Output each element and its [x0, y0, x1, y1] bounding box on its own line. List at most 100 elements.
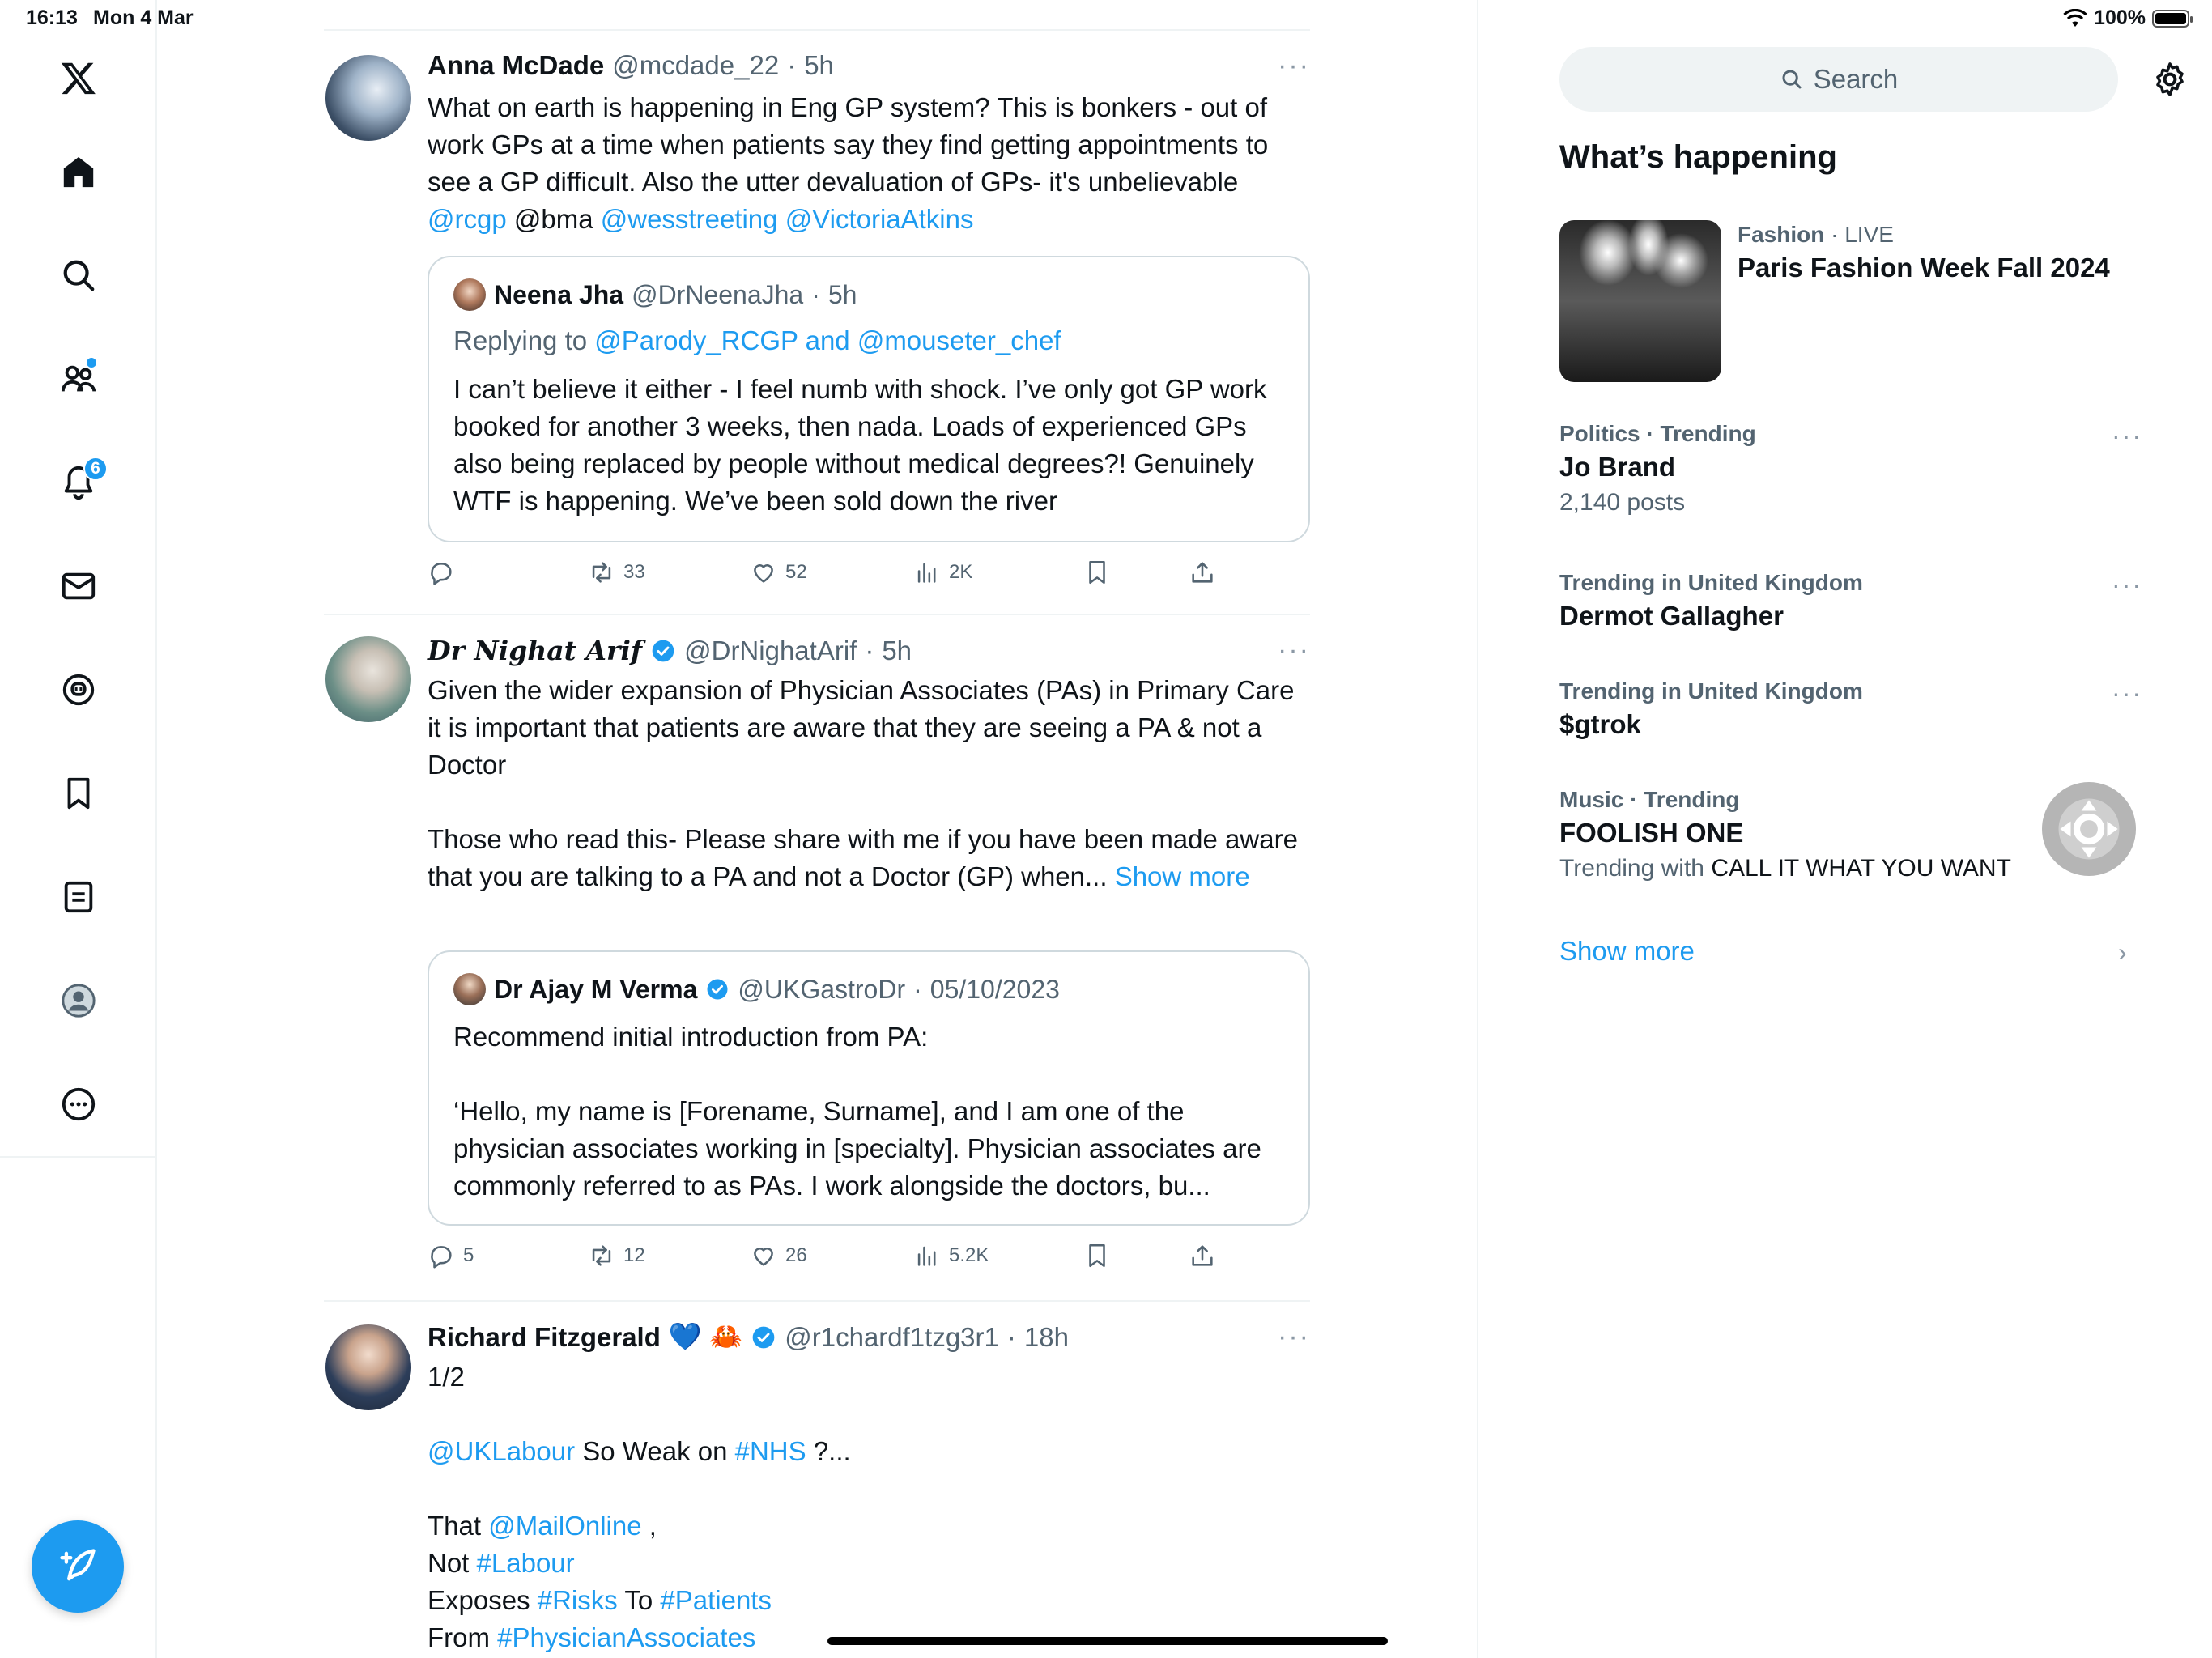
bookmark-button[interactable]: [1083, 1242, 1111, 1269]
tweet-line: Exposes #Risks To #Patients: [428, 1582, 1310, 1619]
tweet-paragraph: Given the wider expansion of Physician A…: [428, 675, 1295, 780]
trend-more-icon[interactable]: ···: [2112, 421, 2142, 451]
tweet-time[interactable]: 18h: [1024, 1322, 1069, 1353]
mention-link[interactable]: @UKLabour: [428, 1436, 575, 1466]
notifications-badge: 6: [83, 457, 108, 481]
search-input[interactable]: Search: [1559, 47, 2118, 112]
author-handle[interactable]: @mcdade_22: [612, 50, 779, 81]
replying-to-handles[interactable]: @Parody_RCGP and @mouseter_chef: [594, 325, 1061, 355]
quoted-tweet[interactable]: Neena Jha @DrNeenaJha · 5h Replying to @…: [428, 256, 1310, 542]
repost-count: 33: [623, 561, 645, 583]
grok-icon[interactable]: [46, 657, 111, 722]
bookmarks-icon[interactable]: [46, 761, 111, 826]
quoted-tweet[interactable]: Dr Ajay M Verma @UKGastroDr · 05/10/2023…: [428, 950, 1310, 1226]
avatar[interactable]: [325, 55, 411, 141]
share-button[interactable]: [1189, 559, 1216, 586]
repost-count: 12: [623, 1244, 645, 1266]
reply-button[interactable]: [428, 559, 463, 586]
trend-title: Jo Brand: [1559, 452, 1676, 482]
assistive-touch-button[interactable]: [2042, 782, 2136, 876]
search-icon: [1782, 70, 1802, 89]
author-handle[interactable]: @r1chardf1tzg3r1: [785, 1322, 999, 1353]
hashtag-link[interactable]: #NHS: [735, 1436, 806, 1466]
quote-paragraph: ‘Hello, my name is [Forename, Surname], …: [453, 1096, 1261, 1201]
compose-post-button[interactable]: [32, 1520, 124, 1613]
quote-author-name: Dr Ajay M Verma: [494, 974, 698, 1004]
like-button[interactable]: 26: [750, 1242, 807, 1269]
hashtag-link[interactable]: #Labour: [477, 1548, 575, 1578]
trend-title: $gtrok: [1559, 709, 1641, 739]
home-icon[interactable]: [46, 139, 111, 204]
trend-more-icon[interactable]: ···: [2112, 570, 2142, 600]
replying-to: Replying to @Parody_RCGP and @mouseter_c…: [453, 325, 1061, 356]
messages-icon[interactable]: [46, 554, 111, 619]
trend-category-label: Fashion: [1738, 222, 1825, 247]
tweet-time[interactable]: 5h: [804, 50, 834, 81]
tweet-time[interactable]: 5h: [882, 636, 912, 666]
trend-item[interactable]: Trending in United Kingdom $gtrok ···: [1559, 678, 2142, 740]
trend-item[interactable]: Politics · Trending Jo Brand 2,140 posts…: [1559, 421, 2142, 517]
tweet[interactable]: Dr Nighat Arif @DrNighatArif · 5h ··· Gi…: [324, 615, 1310, 1297]
verified-badge-icon: [707, 979, 728, 1000]
quote-avatar: [453, 973, 486, 1005]
x-logo-icon[interactable]: [46, 45, 111, 110]
like-count: 52: [785, 561, 807, 583]
trend-sub-prefix: Trending with: [1559, 855, 1712, 882]
like-button[interactable]: 52: [750, 559, 807, 586]
tweet-more-icon[interactable]: ···: [1278, 1321, 1310, 1353]
notifications-icon[interactable]: 6: [46, 450, 111, 515]
mention-link[interactable]: @wesstreeting: [601, 204, 778, 234]
quote-header: Dr Ajay M Verma @UKGastroDr · 05/10/2023: [453, 973, 1060, 1005]
mention-link[interactable]: @MailOnline: [488, 1511, 641, 1541]
reply-button[interactable]: 5: [428, 1242, 474, 1269]
avatar[interactable]: [325, 636, 411, 722]
mention-link[interactable]: @VictoriaAtkins: [785, 204, 974, 234]
trend-category: Politics · Trending: [1559, 421, 1756, 446]
tweet-text-part: Exposes: [428, 1585, 538, 1615]
repost-button[interactable]: 12: [588, 1242, 645, 1269]
repost-icon: [592, 1245, 611, 1266]
repost-button[interactable]: 33: [588, 559, 645, 586]
trend-post-count: 2,140 posts: [1559, 489, 1686, 516]
more-options-icon[interactable]: [46, 1072, 111, 1137]
views-button[interactable]: 5.2K: [913, 1242, 989, 1269]
tweet[interactable]: Anna McDade @mcdade_22 · 5h ··· What on …: [324, 29, 1310, 614]
settings-gear-icon[interactable]: [2150, 60, 2189, 99]
show-more-link[interactable]: Show more: [1559, 936, 1695, 967]
lists-icon[interactable]: [46, 865, 111, 929]
show-more-link[interactable]: Show more: [1115, 861, 1250, 891]
tweet-more-icon[interactable]: ···: [1278, 635, 1310, 666]
trend-item[interactable]: Trending in United Kingdom Dermot Gallag…: [1559, 570, 2142, 631]
trend-title: Paris Fashion Week Fall 2024: [1738, 253, 2110, 283]
views-button[interactable]: 2K: [913, 559, 972, 586]
share-button[interactable]: [1189, 1242, 1216, 1269]
hashtag-link[interactable]: #Risks: [538, 1585, 618, 1615]
quote-author-handle: @DrNeenaJha: [632, 279, 804, 309]
quote-time: 5h: [827, 279, 857, 309]
like-count: 26: [785, 1244, 807, 1266]
trend-category: Trending in United Kingdom: [1559, 570, 1863, 595]
trend-category: Trending in United Kingdom: [1559, 678, 1863, 704]
bookmark-icon: [1089, 1244, 1105, 1268]
communities-icon[interactable]: [46, 346, 111, 411]
tweet[interactable]: Richard Fitzgerald 💙 🦀 @r1chardf1tzg3r1 …: [324, 1302, 1310, 1658]
author-handle[interactable]: @DrNighatArif: [684, 636, 857, 666]
quote-author-name: Neena Jha: [494, 279, 624, 309]
trend-item[interactable]: Fashion · LIVE Paris Fashion Week Fall 2…: [1738, 222, 2142, 283]
author-name[interactable]: Anna McDade: [428, 50, 604, 81]
mention-link[interactable]: @rcgp: [428, 204, 507, 234]
trend-more-icon[interactable]: ···: [2112, 678, 2142, 708]
bookmark-button[interactable]: [1083, 559, 1111, 586]
tweet-more-icon[interactable]: ···: [1278, 50, 1310, 82]
profile-avatar-icon[interactable]: [46, 968, 111, 1033]
trend-thumbnail[interactable]: [1559, 220, 1721, 382]
replying-to-label: Replying to: [453, 325, 595, 355]
author-name[interactable]: Richard Fitzgerald: [428, 1322, 661, 1353]
hashtag-link[interactable]: #PhysicianAssociates: [497, 1622, 755, 1652]
trend-related[interactable]: CALL IT WHAT YOU WANT: [1711, 855, 2011, 882]
explore-search-icon[interactable]: [46, 243, 111, 308]
author-name[interactable]: Dr Nighat Arif: [428, 635, 642, 666]
avatar[interactable]: [325, 1324, 411, 1410]
home-indicator[interactable]: [827, 1637, 1388, 1645]
hashtag-link[interactable]: #Patients: [660, 1585, 772, 1615]
